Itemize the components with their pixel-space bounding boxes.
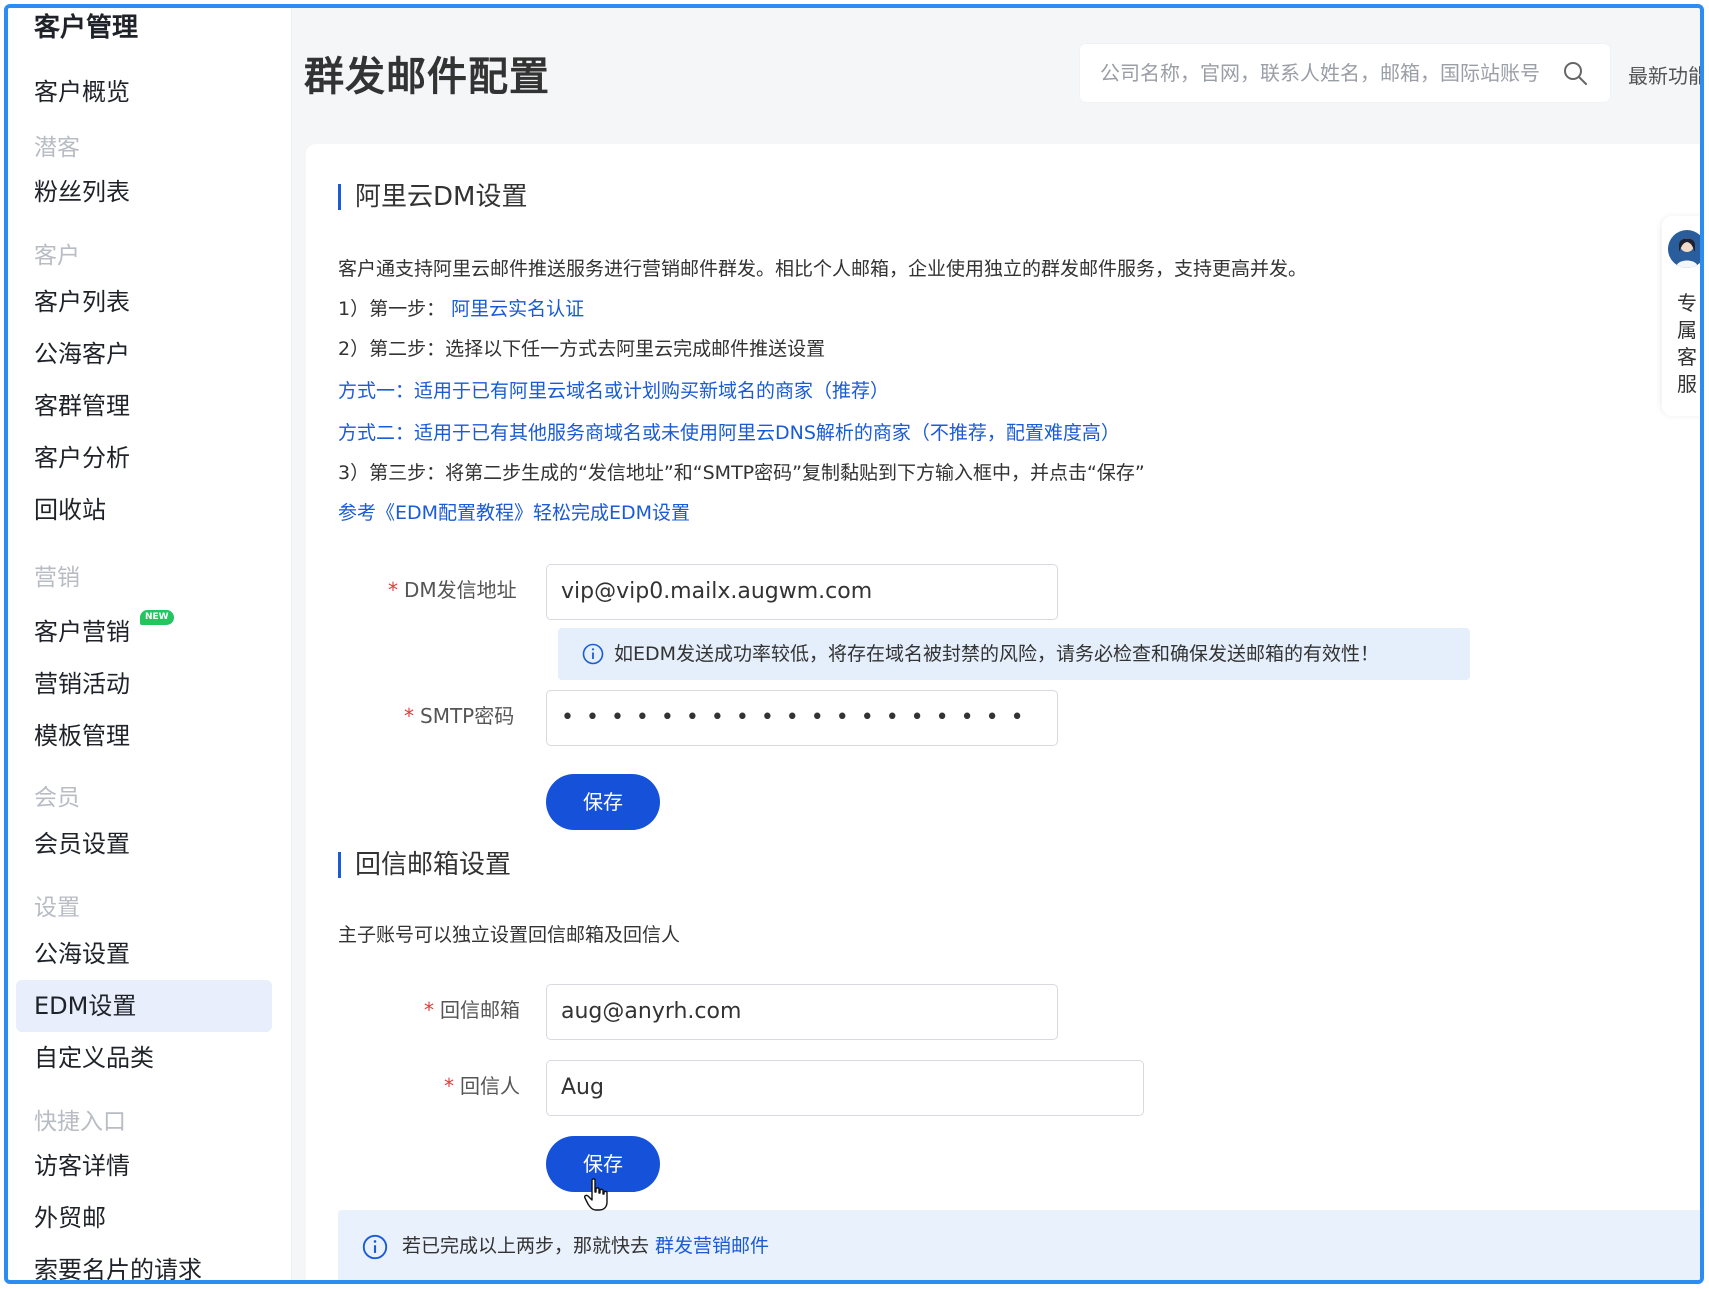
sidebar: 客户管理 客户概览 潜客 粉丝列表 客户 客户列表 公海客户 客群管理 客户分析… [8, 8, 292, 1280]
info-icon [582, 643, 604, 665]
sidebar-item-label: 客户营销 [34, 618, 130, 646]
sidebar-item-template-management[interactable]: 模板管理 [16, 710, 272, 762]
tutorial-link[interactable]: 参考《EDM配置教程》轻松完成EDM设置 [338, 498, 690, 525]
required-mark: * [444, 1074, 454, 1098]
sidebar-item-fans[interactable]: 粉丝列表 [16, 166, 272, 218]
search-icon[interactable] [1562, 60, 1588, 86]
sidebar-group-settings: 设置 [34, 895, 80, 921]
reply-section-title: 回信邮箱设置 [338, 852, 511, 878]
sidebar-item-public-settings[interactable]: 公海设置 [16, 928, 272, 980]
required-mark: * [388, 578, 398, 602]
sidebar-item-foreign-trade-mail[interactable]: 外贸邮 [16, 1192, 272, 1244]
method2-link[interactable]: 方式二：适用于已有其他服务商域名或未使用阿里云DNS解析的商家（不推荐，配置难度… [338, 418, 1120, 445]
smtp-password-label: * SMTP密码 [404, 704, 515, 728]
config-card: 阿里云DM设置 客户通支持阿里云邮件推送服务进行营销邮件群发。相比个人邮箱，企业… [306, 144, 1700, 1280]
sender-address-input[interactable]: vip@vip0.mailx.augwm.com [546, 564, 1058, 620]
info-icon [362, 1234, 388, 1260]
bottom-tip-text: 若已完成以上两步，那就快去 [402, 1235, 656, 1257]
search-box [1080, 44, 1610, 102]
smtp-password-input[interactable]: ••••••••••••••••••• [546, 690, 1058, 746]
sidebar-item-overview[interactable]: 客户概览 [16, 66, 272, 118]
reply-sender-input[interactable]: Aug [546, 1060, 1144, 1116]
sidebar-item-card-requests[interactable]: 索要名片的请求 [16, 1244, 272, 1280]
step3: 3）第三步：将第二步生成的“发信地址”和“SMTP密码”复制黏贴到下方输入框中，… [338, 462, 1145, 484]
sidebar-item-marketing-activities[interactable]: 营销活动 [16, 658, 272, 710]
sidebar-item-recycle-bin[interactable]: 回收站 [16, 484, 272, 536]
realname-auth-link[interactable]: 阿里云实名认证 [451, 298, 584, 320]
required-mark: * [404, 704, 414, 728]
sidebar-item-customer-marketing[interactable]: 客户营销 NEW [16, 606, 272, 658]
step1-prefix: 1）第一步： [338, 298, 446, 320]
hand-cursor-icon [584, 1178, 608, 1211]
dm-section-title: 阿里云DM设置 [338, 184, 527, 210]
sidebar-item-edm-settings[interactable]: EDM设置 [16, 980, 272, 1032]
reply-email-input[interactable]: aug@anyrh.com [546, 984, 1058, 1040]
app-window: 客户管理 客户概览 潜客 粉丝列表 客户 客户列表 公海客户 客群管理 客户分析… [4, 4, 1704, 1284]
bottom-tip: 若已完成以上两步，那就快去 群发营销邮件 [338, 1210, 1700, 1280]
sidebar-group-shortcuts: 快捷入口 [34, 1109, 126, 1135]
search-input[interactable] [1100, 44, 1546, 102]
sidebar-item-custom-category[interactable]: 自定义品类 [16, 1032, 272, 1084]
sidebar-item-visitor-details[interactable]: 访客详情 [16, 1140, 272, 1192]
method1-link[interactable]: 方式一：适用于已有阿里云域名或计划购买新域名的商家（推荐） [338, 376, 889, 403]
sidebar-item-customer-analysis[interactable]: 客户分析 [16, 432, 272, 484]
sidebar-group-marketing: 营销 [34, 565, 80, 591]
sidebar-group-prospects: 潜客 [34, 135, 80, 161]
edm-warning-tip: 如EDM发送成功率较低，将存在域名被封禁的风险，请务必检查和确保发送邮箱的有效性… [558, 628, 1470, 680]
sidebar-item-customer-list[interactable]: 客户列表 [16, 276, 272, 328]
dedicated-service-panel[interactable]: 专属客服 [1662, 216, 1700, 416]
sidebar-group-customers: 客户 [34, 243, 80, 269]
new-features-link[interactable]: 最新功能 [1628, 60, 1700, 89]
tip-text: 如EDM发送成功率较低，将存在域名被封禁的风险，请务必检查和确保发送邮箱的有效性… [614, 643, 1380, 665]
step2: 2）第二步：选择以下任一方式去阿里云完成邮件推送设置 [338, 338, 826, 360]
new-badge: NEW [140, 610, 174, 625]
reply-sender-label: * 回信人 [444, 1074, 520, 1098]
page-title: 群发邮件配置 [304, 54, 550, 100]
service-avatar [1668, 230, 1700, 268]
step1: 1）第一步： 阿里云实名认证 [338, 294, 584, 321]
reply-email-label: * 回信邮箱 [424, 998, 520, 1022]
bulk-email-link[interactable]: 群发营销邮件 [655, 1235, 769, 1257]
dm-intro: 客户通支持阿里云邮件推送服务进行营销邮件群发。相比个人邮箱，企业使用独立的群发邮… [338, 258, 1308, 280]
sidebar-item-public-customers[interactable]: 公海客户 [16, 328, 272, 380]
sidebar-item-member-settings[interactable]: 会员设置 [16, 818, 272, 870]
reply-intro: 主子账号可以独立设置回信邮箱及回信人 [338, 924, 681, 946]
required-mark: * [424, 998, 434, 1022]
sender-address-label: * DM发信地址 [388, 578, 517, 602]
service-label: 专属客服 [1677, 291, 1697, 396]
save-dm-button[interactable]: 保存 [546, 774, 660, 830]
sidebar-section-title[interactable]: 客户管理 [16, 8, 272, 54]
sidebar-item-group-management[interactable]: 客群管理 [16, 380, 272, 432]
sidebar-group-members: 会员 [34, 785, 80, 811]
